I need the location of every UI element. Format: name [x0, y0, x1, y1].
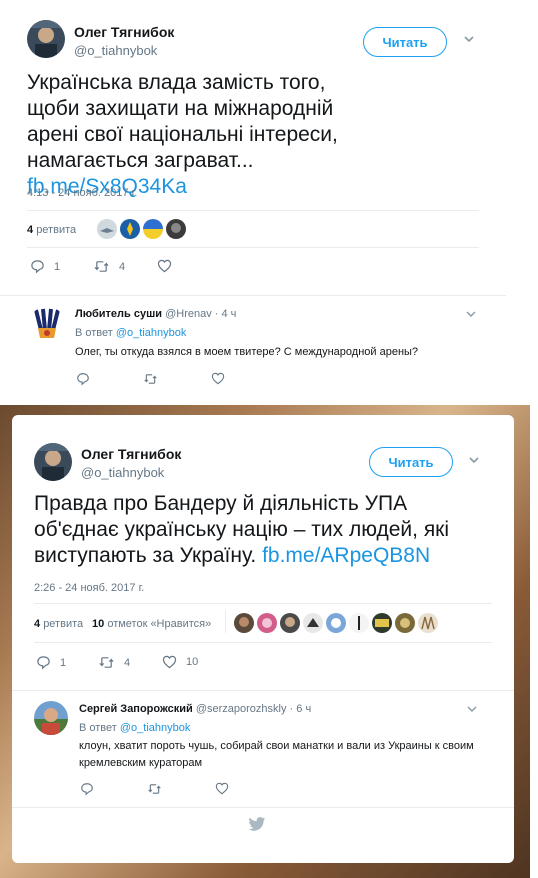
in-reply-prefix: В ответ [75, 327, 113, 339]
chevron-down-icon[interactable] [465, 307, 483, 325]
liker-avatar[interactable] [372, 613, 392, 633]
retweet-icon[interactable] [143, 372, 158, 386]
reply-count: 1 [60, 656, 67, 669]
reply-author-name: Сергей Запорожский [79, 703, 193, 715]
chevron-down-icon[interactable] [467, 453, 485, 471]
reply-action[interactable]: 1 [36, 655, 66, 670]
reply-actions [76, 372, 225, 386]
reply-action[interactable]: 1 [30, 259, 60, 274]
heart-icon[interactable] [211, 372, 225, 385]
reply-text: Олег, ты откуда взялся в моем твитере? С… [75, 346, 419, 358]
reply-author-avatar[interactable] [30, 306, 64, 340]
reply-author-avatar[interactable] [34, 701, 68, 735]
likes-label: отметок «Нравится» [107, 618, 212, 630]
retweet-action[interactable]: 4 [93, 259, 125, 274]
reply-icon[interactable] [76, 372, 90, 386]
divider [34, 603, 492, 604]
chevron-down-icon[interactable] [462, 32, 480, 50]
divider [27, 210, 479, 211]
divider [12, 807, 514, 808]
divider [27, 247, 479, 248]
tweet-timestamp[interactable]: 2:26 - 24 нояб. 2017 г. [34, 582, 144, 594]
retweets-count: 4 [27, 224, 34, 236]
retweet-icon [99, 657, 114, 668]
reply-text: клоун, хватит пороть чушь, собирай свои … [79, 740, 474, 769]
author-handle[interactable]: @o_tiahnybok [81, 465, 164, 480]
tweet-2-card: Олег Тягнибок @o_tiahnybok Читать Правда… [12, 415, 514, 863]
reply-actions [80, 782, 229, 796]
liker-avatar[interactable] [418, 613, 438, 633]
liker-avatar[interactable] [349, 613, 369, 633]
author-name[interactable]: Олег Тягнибок [74, 24, 174, 40]
reply-author[interactable]: Любитель суши @Hrenav · 4 ч [75, 308, 236, 320]
author-name[interactable]: Олег Тягнибок [81, 446, 181, 462]
tweet-link[interactable]: fb.me/ARpeQB8N [262, 544, 430, 567]
liker-avatar[interactable] [303, 613, 323, 633]
retweets-stat[interactable]: 4 ретвита [27, 224, 76, 236]
tweet-text: Правда про Бандеру й діяльність УПА об'є… [34, 491, 484, 569]
likes-stat[interactable]: 10 отметок «Нравится» [92, 618, 211, 630]
tweet-1-panel: Олег Тягнибок @o_tiahnybok Читать Україн… [0, 0, 506, 398]
reply-icon [37, 656, 50, 670]
liker-avatar[interactable] [234, 613, 254, 633]
author-avatar[interactable] [34, 443, 72, 481]
retweeter-avatar[interactable] [97, 219, 117, 239]
retweeter-avatar[interactable] [120, 219, 140, 239]
heart-icon [162, 655, 177, 669]
divider [34, 642, 492, 643]
reply-time: · 4 ч [214, 308, 237, 320]
divider [12, 690, 514, 691]
reply-author[interactable]: Сергей Запорожский @serzaporozhskly · 6 … [79, 703, 311, 715]
twitter-bird-icon[interactable] [248, 817, 266, 837]
tweet-text-body: Українська влада замість того, щоби захи… [27, 71, 338, 172]
in-reply-prefix: В ответ [79, 722, 117, 734]
reply-author-name: Любитель суши [75, 308, 163, 320]
follow-button[interactable]: Читать [363, 27, 447, 57]
tweet-text: Українська влада замість того, щоби захи… [27, 70, 372, 200]
reply-count: 1 [54, 260, 61, 273]
author-handle[interactable]: @o_tiahnybok [74, 43, 157, 58]
follow-button[interactable]: Читать [369, 447, 453, 477]
retweet-count: 4 [124, 656, 131, 669]
in-reply-to: В ответ @o_tiahnybok [79, 722, 190, 734]
in-reply-to: В ответ @o_tiahnybok [75, 327, 186, 339]
reply-icon [31, 260, 44, 274]
retweet-action[interactable]: 4 [98, 655, 130, 670]
reply-time: · 6 ч [289, 703, 312, 715]
divider [225, 609, 226, 633]
retweet-icon [94, 261, 109, 272]
in-reply-handle[interactable]: @o_tiahnybok [120, 722, 191, 734]
retweets-label: ретвита [36, 224, 77, 236]
like-count: 10 [186, 656, 199, 668]
chevron-down-icon[interactable] [466, 702, 484, 720]
reply-icon[interactable] [80, 782, 94, 796]
retweets-count: 4 [34, 618, 41, 630]
reply-author-handle: @serzaporozhskly [195, 703, 287, 715]
liker-avatar[interactable] [326, 613, 346, 633]
heart-icon [157, 259, 172, 273]
liker-avatar[interactable] [395, 613, 415, 633]
tweet-timestamp[interactable]: 4:13 - 24 нояб. 2017 г. [27, 187, 137, 199]
retweets-label: ретвита [43, 618, 84, 630]
reply-author-handle: @Hrenav [165, 308, 212, 320]
author-avatar[interactable] [27, 20, 65, 58]
liker-avatar[interactable] [280, 613, 300, 633]
in-reply-handle[interactable]: @o_tiahnybok [116, 327, 187, 339]
likes-count: 10 [92, 618, 105, 630]
divider [0, 295, 506, 296]
retweeter-avatar[interactable] [143, 219, 163, 239]
retweet-count: 4 [119, 260, 126, 273]
liker-avatar[interactable] [257, 613, 277, 633]
retweeter-avatar[interactable] [166, 219, 186, 239]
heart-icon[interactable] [215, 782, 229, 795]
retweets-stat[interactable]: 4 ретвита [34, 618, 83, 630]
like-action[interactable]: 10 [162, 655, 198, 669]
like-action[interactable] [157, 259, 181, 273]
retweet-icon[interactable] [147, 782, 162, 796]
